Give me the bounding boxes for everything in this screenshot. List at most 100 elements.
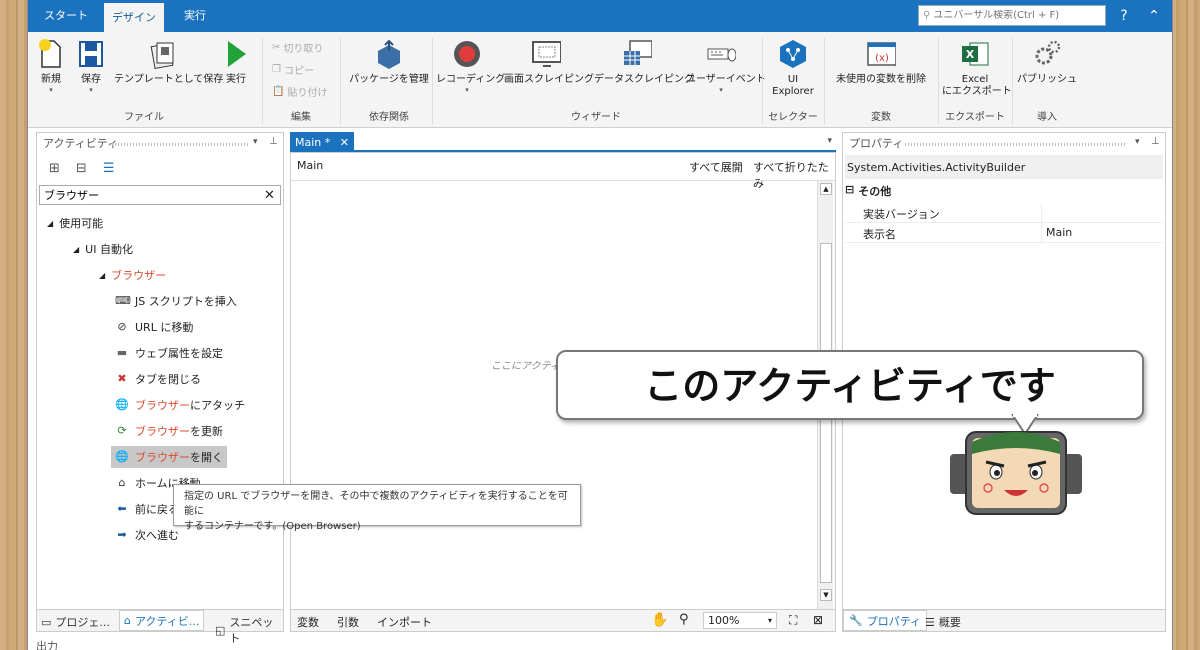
globe-icon: 🌐 bbox=[115, 398, 129, 411]
pin-icon[interactable]: ⊥ bbox=[1151, 136, 1160, 147]
tab-project[interactable]: ▭ プロジェ... bbox=[41, 614, 110, 630]
group-selector: セレクター bbox=[768, 112, 818, 123]
gears-icon bbox=[1032, 38, 1062, 70]
activity-item[interactable]: ⌨ JS スクリプトを挿入 bbox=[115, 293, 237, 309]
tree-node-available[interactable]: ◢ 使用可能 bbox=[47, 215, 103, 231]
universal-search[interactable]: ⚲ bbox=[918, 5, 1106, 26]
collapse-icon[interactable]: ⊟ bbox=[845, 183, 854, 199]
divider bbox=[340, 38, 341, 124]
activity-item[interactable]: 🌐 ブラウザーにアタッチ bbox=[115, 397, 245, 413]
save-as-template-button[interactable]: テンプレートとして保存 bbox=[114, 38, 223, 86]
activity-item-label: 次へ進む bbox=[135, 529, 179, 542]
property-category[interactable]: ⊟ その他 bbox=[845, 183, 891, 199]
recording-button[interactable]: レコーディング ▾ bbox=[436, 38, 505, 94]
clear-icon[interactable]: ✕ bbox=[264, 188, 275, 203]
template-icon bbox=[148, 38, 178, 70]
table-icon bbox=[622, 38, 652, 70]
tab-dropdown-icon[interactable]: ▾ bbox=[827, 136, 832, 146]
play-icon bbox=[221, 38, 251, 70]
new-button[interactable]: 新規 ▾ bbox=[34, 38, 68, 94]
screen-scraping-button[interactable]: 画面スクレイピング bbox=[504, 38, 594, 86]
export-excel-button[interactable]: X Excel にエクスポート bbox=[942, 38, 1012, 98]
save-button[interactable]: 保存 ▾ bbox=[74, 38, 108, 94]
variable-icon: (x) bbox=[866, 38, 896, 70]
pin-icon[interactable]: ⊥ bbox=[269, 136, 278, 147]
activity-item-label: ブラウザーを更新 bbox=[135, 425, 223, 438]
fit-screen-icon[interactable]: ⛶ bbox=[789, 613, 797, 628]
run-button[interactable]: 実行 bbox=[220, 38, 252, 86]
activity-item-label: URL に移動 bbox=[135, 321, 194, 334]
arguments-tab[interactable]: 引数 bbox=[337, 614, 359, 630]
activity-item[interactable]: 🌐 ブラウザーを開く bbox=[111, 446, 227, 468]
imports-tab[interactable]: インポート bbox=[377, 614, 432, 630]
zoom-select[interactable]: 100% ▾ bbox=[703, 612, 777, 629]
activity-item[interactable]: ▬ ウェブ属性を設定 bbox=[115, 345, 223, 361]
property-value[interactable] bbox=[1041, 203, 1161, 222]
publish-button[interactable]: パブリッシュ bbox=[1016, 38, 1078, 86]
ribbon: 新規 ▾ 保存 ▾ テンプレートとして保存 実行 ファイル ✂ 切り取り ❐ コピー 📋… bbox=[28, 32, 1172, 128]
copy-button[interactable]: ❐ コピー bbox=[272, 62, 314, 77]
ui-explorer-button[interactable]: UI Explorer bbox=[766, 38, 820, 98]
save-icon bbox=[76, 38, 106, 70]
manage-packages-button[interactable]: パッケージを管理 bbox=[346, 38, 432, 86]
group-variables: 変数 bbox=[871, 112, 891, 123]
breadcrumb[interactable]: Main bbox=[297, 159, 323, 172]
activity-item[interactable]: ✖ タブを閉じる bbox=[115, 371, 201, 387]
help-icon[interactable]: ? bbox=[1114, 6, 1134, 26]
cut-button[interactable]: ✂ 切り取り bbox=[272, 40, 323, 55]
search-icon: ⚲ bbox=[923, 10, 931, 21]
zoom-icon[interactable]: ⚲ bbox=[679, 612, 689, 627]
svg-text:X: X bbox=[966, 48, 975, 61]
close-tab-icon[interactable]: ✕ bbox=[340, 136, 349, 149]
chevron-up-icon[interactable]: ⌃ bbox=[1144, 6, 1164, 26]
property-row[interactable]: 実装バージョン bbox=[845, 203, 1163, 223]
overview-icon[interactable]: ⊠ bbox=[813, 613, 823, 627]
show-tree-icon[interactable]: ☰ bbox=[103, 161, 115, 176]
divider bbox=[432, 38, 433, 124]
expand-all-link[interactable]: すべて展開 bbox=[689, 159, 743, 175]
panel-dropdown-icon[interactable]: ▾ bbox=[1135, 137, 1140, 147]
panel-dropdown-icon[interactable]: ▾ bbox=[253, 137, 258, 147]
property-name: 表示名 bbox=[863, 228, 896, 241]
data-scraping-button[interactable]: データスクレイピング bbox=[594, 38, 694, 86]
activity-item[interactable]: ⟳ ブラウザーを更新 bbox=[115, 423, 223, 439]
activity-item[interactable]: ⬅ 前に戻る bbox=[115, 501, 179, 517]
package-icon bbox=[374, 38, 404, 70]
outline-icon: ☰ bbox=[925, 615, 935, 629]
tab-snippets[interactable]: ◱ スニペット bbox=[215, 614, 283, 646]
ui-explorer-icon bbox=[778, 38, 808, 70]
tab-outline[interactable]: ☰ 概要 bbox=[925, 614, 961, 630]
document-tab-main[interactable]: Main * ✕ bbox=[290, 132, 354, 152]
user-events-button[interactable]: ユーザーイベント ▾ bbox=[686, 38, 766, 94]
group-export: エクスポート bbox=[945, 112, 1005, 123]
scroll-up-icon[interactable]: ▲ bbox=[820, 183, 832, 195]
tab-start[interactable]: スタート bbox=[36, 0, 96, 32]
output-panel-label[interactable]: 出力 bbox=[36, 638, 58, 650]
tab-run[interactable]: 実行 bbox=[170, 0, 220, 32]
activity-item[interactable]: ⊘ URL に移動 bbox=[115, 319, 193, 335]
paste-button[interactable]: 📋 貼り付け bbox=[272, 84, 327, 99]
activities-filter[interactable]: ✕ bbox=[39, 185, 281, 205]
expand-all-icon[interactable]: ⊞ bbox=[49, 161, 60, 176]
remove-unused-variables-button[interactable]: (x) 未使用の変数を削除 bbox=[828, 38, 934, 86]
tab-properties[interactable]: 🔧 プロパティ bbox=[843, 610, 928, 631]
properties-bottom-tabs: 🔧 プロパティ ☰ 概要 bbox=[843, 609, 1165, 631]
search-input[interactable] bbox=[933, 10, 1094, 21]
paste-icon: 📋 bbox=[272, 86, 285, 97]
tab-activities[interactable]: ⌂ アクティビ... bbox=[119, 610, 205, 631]
property-row[interactable]: 表示名 Main bbox=[845, 223, 1163, 243]
activities-bottom-tabs: ▭ プロジェ... ⌂ アクティビ... ◱ スニペット bbox=[37, 609, 283, 645]
tree-node-ui-automation[interactable]: ◢ UI 自動化 bbox=[73, 241, 133, 257]
activity-item[interactable]: ➡ 次へ進む bbox=[115, 527, 179, 543]
keyboard-mouse-icon bbox=[706, 38, 736, 70]
collapse-all-icon[interactable]: ⊟ bbox=[76, 161, 87, 176]
hand-icon[interactable]: ✋ bbox=[651, 612, 668, 628]
activities-filter-input[interactable] bbox=[44, 188, 264, 202]
tree-node-browser[interactable]: ◢ ブラウザー bbox=[99, 267, 166, 283]
screen-icon bbox=[531, 38, 561, 70]
variables-tab[interactable]: 変数 bbox=[297, 614, 319, 630]
scroll-down-icon[interactable]: ▼ bbox=[820, 589, 832, 601]
property-value[interactable]: Main bbox=[1041, 223, 1161, 242]
globe-icon: 🌐 bbox=[115, 450, 129, 463]
tab-design[interactable]: デザイン bbox=[104, 3, 164, 32]
